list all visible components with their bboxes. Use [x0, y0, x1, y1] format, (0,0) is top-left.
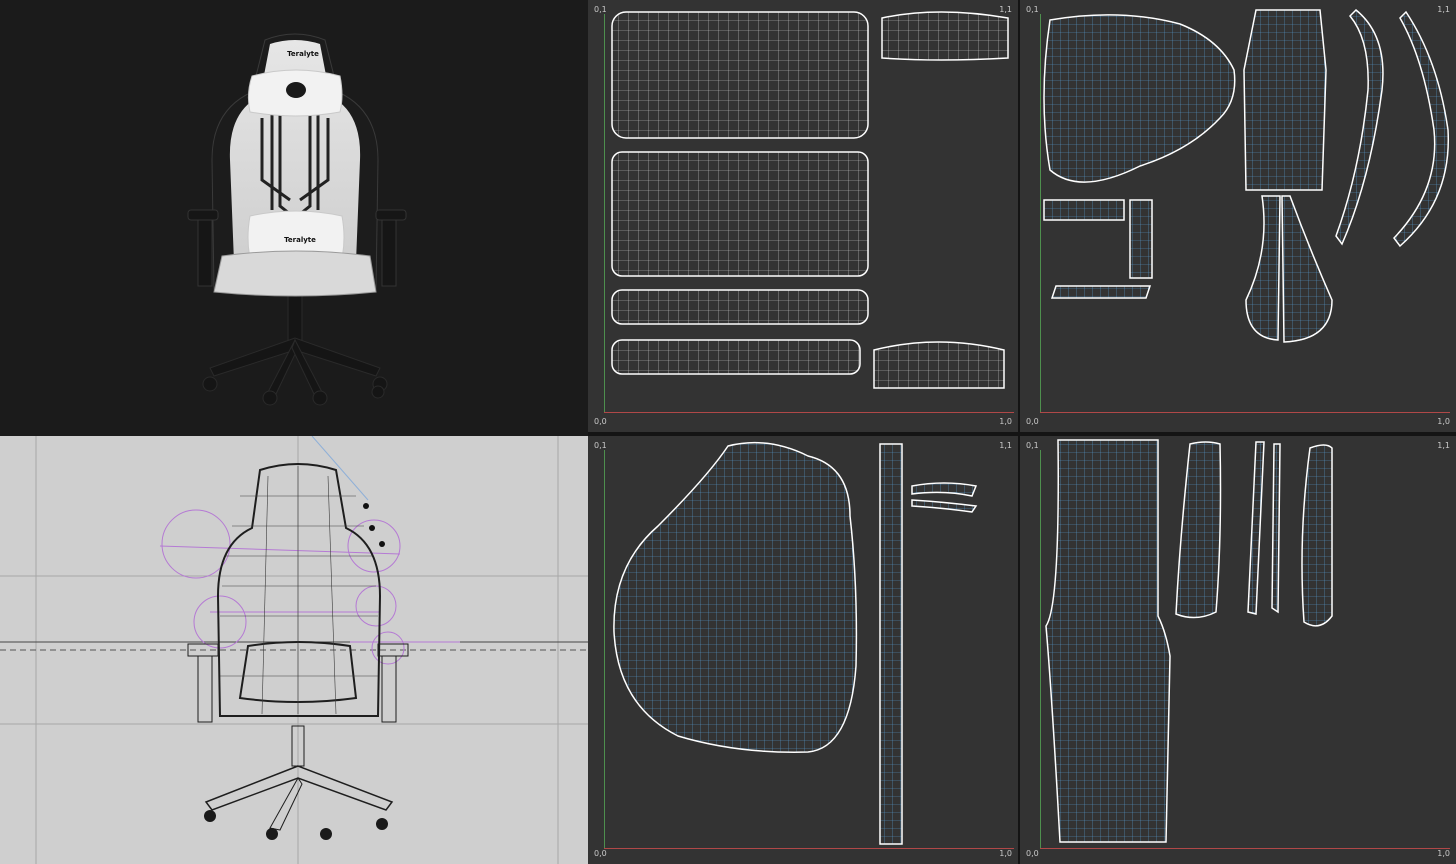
uv-shell-small-1 [1043, 199, 1125, 221]
uv-shell-thin-strip-1 [911, 482, 978, 497]
wireframe-viewport[interactable] [0, 436, 588, 864]
uv-shell-arm-pad-left [1245, 195, 1281, 341]
uv-shell-small-2 [1129, 199, 1153, 279]
uv-shells-blue [1043, 8, 1450, 343]
uv-shells-headrest [613, 441, 978, 845]
uv-shell-side-band-1 [611, 289, 869, 325]
uv-shells-side-panels [1045, 439, 1333, 843]
uv-editor-window-4[interactable]: 0,1 1,1 0,0 1,0 [1020, 436, 1456, 864]
uv-shell-side-strip-1 [1335, 8, 1384, 246]
uv-shell-tall-pad [1175, 441, 1222, 619]
brand-logo-headrest: Teralyte [287, 50, 319, 58]
uv-shell-long-strip [879, 443, 903, 845]
uv-shell-seat-top [611, 11, 869, 139]
uv-shell-back-panel [611, 151, 869, 277]
uv-editor-window-1[interactable]: 0,1 1,1 0,0 1,0 [588, 0, 1018, 432]
chair-base [202, 295, 388, 406]
uv-editor-window-3[interactable]: 0,1 1,1 0,0 1,0 [588, 436, 1018, 864]
uv-shell-strip [881, 11, 1009, 61]
uv-shell-small-3 [1050, 285, 1152, 299]
uv-shell-backrest [1243, 9, 1327, 191]
wireframe-chair [0, 436, 588, 864]
uv-shell-thin-strip-2 [911, 499, 978, 513]
product-render-viewport: Teralyte Teralyte [0, 0, 588, 436]
uv-shells-white [611, 11, 1009, 389]
uv-shell-thin-strip-b [1271, 443, 1281, 614]
uv-editor-window-2[interactable]: 0,1 1,1 0,0 1,0 [1020, 0, 1456, 432]
uv-shell-large-panel [1045, 439, 1171, 843]
uv-shell-side-pad [1301, 444, 1333, 627]
gaming-chair-render: Teralyte Teralyte [187, 33, 407, 406]
uv-shell-headrest-cushion [613, 441, 858, 753]
uv-shell-side-strip-2 [1393, 10, 1450, 248]
uv-shell-side-band-2 [611, 339, 861, 375]
uv-shell-small-patch [873, 341, 1005, 389]
seat-cushion [213, 250, 377, 297]
uv-shell-arm-pad-right [1281, 195, 1333, 343]
uv-shell-thin-strip-a [1247, 441, 1265, 615]
brand-logo-lumbar: Teralyte [284, 236, 316, 244]
uv-shell-seat-base [1043, 14, 1236, 183]
